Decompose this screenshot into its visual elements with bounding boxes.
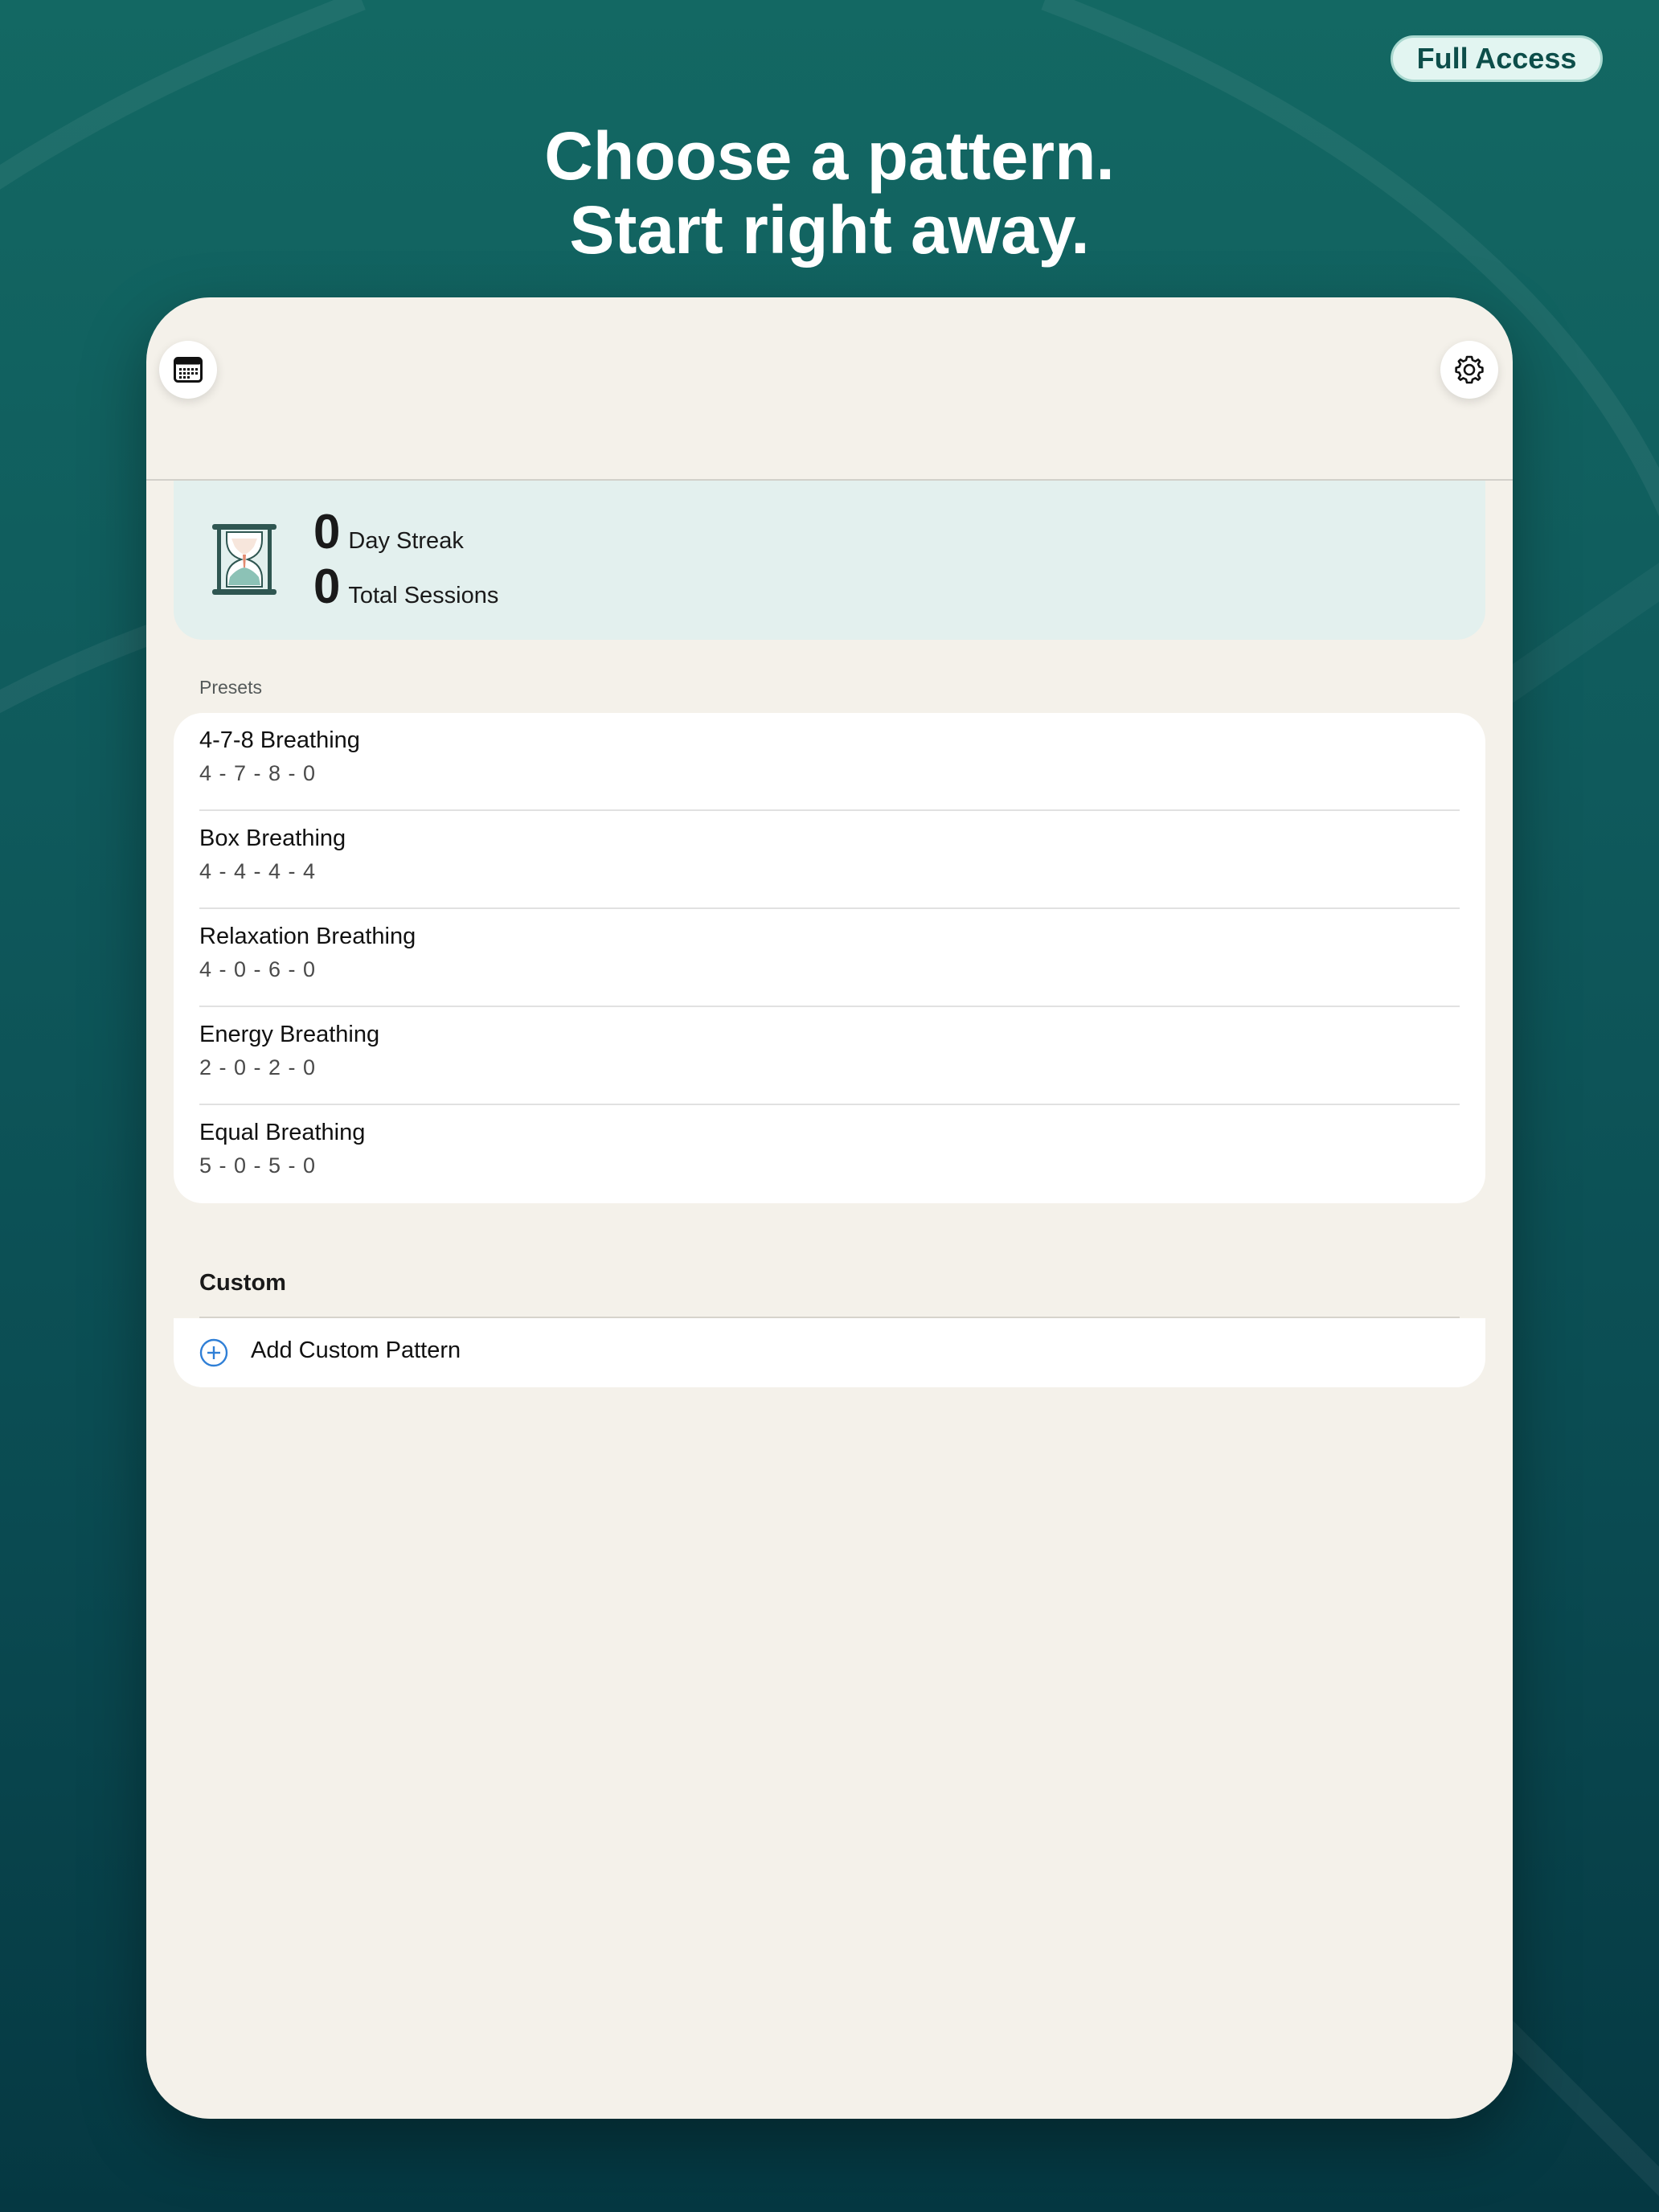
preset-pattern: 4 - 7 - 8 - 0 xyxy=(199,761,317,785)
preset-name: 4-7-8 Breathing xyxy=(199,727,360,753)
hourglass-icon xyxy=(212,524,276,595)
list-item[interactable]: 4-7-8 Breathing 4 - 7 - 8 - 0 xyxy=(199,713,1460,811)
add-custom-pattern-label: Add Custom Pattern xyxy=(251,1337,461,1363)
preset-name: Equal Breathing xyxy=(199,1120,366,1145)
custom-section-label: Custom xyxy=(199,1270,286,1296)
plus-circle-icon xyxy=(199,1338,228,1367)
headline-line-2: Start right away. xyxy=(569,192,1090,268)
headline-line-1: Choose a pattern. xyxy=(544,118,1115,194)
calendar-button[interactable] xyxy=(159,341,217,399)
total-sessions-stat: 0 Total Sessions xyxy=(313,561,498,612)
preset-name: Box Breathing xyxy=(199,825,346,851)
settings-button[interactable] xyxy=(1440,341,1498,399)
day-streak-label: Day Streak xyxy=(348,528,464,554)
presets-section-label: Presets xyxy=(199,677,262,698)
preset-name: Relaxation Breathing xyxy=(199,924,416,949)
day-streak-value: 0 xyxy=(313,505,341,559)
app-screen: 0 Day Streak 0 Total Sessions Presets 4-… xyxy=(146,297,1513,2119)
list-item[interactable]: Box Breathing 4 - 4 - 4 - 4 xyxy=(199,811,1460,909)
preset-pattern: 2 - 0 - 2 - 0 xyxy=(199,1055,317,1079)
total-sessions-label: Total Sessions xyxy=(348,583,499,608)
preset-pattern: 4 - 4 - 4 - 4 xyxy=(199,859,317,883)
add-custom-pattern-button[interactable]: Add Custom Pattern xyxy=(174,1318,1485,1387)
calendar-icon xyxy=(174,357,203,383)
stats-card: 0 Day Streak 0 Total Sessions xyxy=(174,481,1485,640)
day-streak-stat: 0 Day Streak xyxy=(313,506,464,558)
preset-pattern: 4 - 0 - 6 - 0 xyxy=(199,957,317,981)
full-access-badge[interactable]: Full Access xyxy=(1391,35,1603,82)
list-item[interactable]: Energy Breathing 2 - 0 - 2 - 0 xyxy=(199,1007,1460,1105)
preset-pattern: 5 - 0 - 5 - 0 xyxy=(199,1153,317,1178)
gear-icon xyxy=(1455,355,1484,384)
total-sessions-value: 0 xyxy=(313,559,341,613)
list-item[interactable]: Relaxation Breathing 4 - 0 - 6 - 0 xyxy=(199,909,1460,1007)
preset-name: Energy Breathing xyxy=(199,1022,380,1047)
navigation-bar xyxy=(146,297,1513,481)
presets-list: 4-7-8 Breathing 4 - 7 - 8 - 0 Box Breath… xyxy=(174,713,1485,1203)
list-item[interactable]: Equal Breathing 5 - 0 - 5 - 0 xyxy=(199,1105,1460,1203)
